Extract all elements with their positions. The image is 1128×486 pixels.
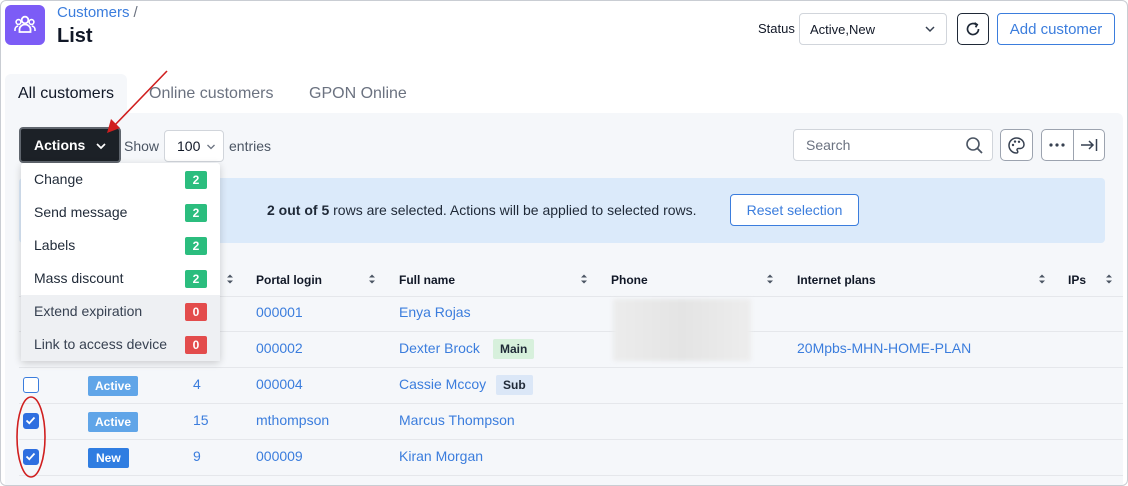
breadcrumb: Customers /	[57, 4, 138, 21]
menu-item-label: Mass discount	[34, 270, 124, 286]
row-select-checkbox[interactable]	[23, 413, 39, 429]
sort-icon[interactable]	[765, 273, 775, 285]
tab-gpon-online[interactable]: GPON Online	[296, 74, 420, 114]
selection-message: rows are selected. Actions will be appli…	[329, 202, 697, 218]
selected-count: 2	[267, 202, 275, 218]
menu-item-count-badge: 2	[185, 204, 207, 222]
table-row[interactable]	[19, 368, 1123, 404]
full-name-link[interactable]: Enya Rojas	[399, 304, 471, 320]
column-header-portal-login[interactable]: Portal login	[256, 273, 322, 287]
table-row[interactable]	[19, 404, 1123, 440]
search-icon[interactable]	[965, 136, 984, 155]
customer-id-link[interactable]: 9	[193, 448, 201, 464]
column-header-internet-plans[interactable]: Internet plans	[797, 273, 876, 287]
portal-login-link[interactable]: mthompson	[256, 412, 329, 428]
selected-out-of: out of	[274, 202, 322, 218]
users-icon	[14, 15, 36, 33]
actions-dropdown-menu: Change 2 Send message 2 Labels 2 Mass di…	[21, 163, 220, 361]
sort-icon[interactable]	[225, 273, 235, 285]
table-options-button-group	[1041, 129, 1105, 161]
actions-label: Actions	[34, 137, 86, 153]
color-palette-button[interactable]	[1000, 129, 1033, 161]
menu-item-count-badge: 2	[185, 171, 207, 189]
chevron-down-icon	[925, 26, 935, 33]
customer-id-link[interactable]: 4	[193, 376, 201, 392]
sort-icon[interactable]	[579, 273, 589, 285]
customer-tag-sub: Sub	[496, 375, 533, 395]
menu-item-count-badge: 0	[185, 303, 207, 321]
arrow-to-right-icon	[1080, 139, 1097, 151]
tab-online-customers[interactable]: Online customers	[136, 74, 287, 114]
menu-item-mass-discount[interactable]: Mass discount 2	[21, 262, 220, 295]
entries-per-page-select[interactable]: 100	[164, 130, 224, 162]
menu-item-extend-expiration[interactable]: Extend expiration 0	[21, 295, 220, 328]
menu-item-count-badge: 2	[185, 237, 207, 255]
checkmark-icon	[25, 452, 36, 461]
menu-item-label: Change	[34, 171, 84, 187]
internet-plan-link[interactable]: 20Mpbs-MHN-HOME-PLAN	[797, 340, 971, 356]
menu-item-label: Labels	[34, 237, 76, 253]
redacted-phone-area	[613, 299, 751, 361]
more-horizontal-icon	[1049, 143, 1065, 147]
portal-login-link[interactable]: 000009	[256, 448, 303, 464]
menu-item-labels[interactable]: Labels 2	[21, 229, 220, 262]
reset-selection-button[interactable]: Reset selection	[730, 194, 859, 226]
add-customer-button[interactable]: Add customer	[997, 13, 1115, 45]
chevron-down-icon	[207, 144, 215, 150]
menu-item-link-to-access-device[interactable]: Link to access device 0	[21, 328, 220, 361]
customer-id-link[interactable]: 15	[193, 412, 209, 428]
status-filter-label: Status	[758, 21, 795, 36]
breadcrumb-customers-link[interactable]: Customers	[57, 4, 130, 21]
column-header-ips[interactable]: IPs	[1068, 273, 1086, 287]
status-badge: Active	[88, 412, 139, 432]
refresh-icon	[966, 22, 980, 36]
customer-tag-main: Main	[493, 339, 535, 359]
menu-item-count-badge: 0	[185, 336, 207, 354]
menu-item-label: Link to access device	[34, 336, 168, 352]
full-name-link[interactable]: Marcus Thompson	[399, 412, 515, 428]
customers-app-icon	[5, 5, 45, 45]
row-select-checkbox[interactable]	[23, 377, 39, 393]
search-input[interactable]	[806, 130, 966, 160]
sort-icon[interactable]	[1104, 273, 1114, 285]
export-button[interactable]	[1074, 130, 1105, 160]
column-header-full-name[interactable]: Full name	[399, 273, 455, 287]
entries-value: 100	[177, 138, 201, 154]
menu-item-send-message[interactable]: Send message 2	[21, 196, 220, 229]
portal-login-link[interactable]: 000001	[256, 304, 303, 320]
table-row[interactable]	[19, 440, 1123, 476]
sort-icon[interactable]	[367, 273, 377, 285]
menu-item-label: Send message	[34, 204, 128, 220]
status-filter-value: Active,New	[810, 22, 876, 37]
row-select-checkbox[interactable]	[23, 449, 39, 465]
breadcrumb-separator: /	[133, 4, 138, 21]
page-title: List	[57, 25, 93, 47]
menu-item-count-badge: 2	[185, 270, 207, 288]
column-header-phone[interactable]: Phone	[611, 273, 648, 287]
menu-item-label: Extend expiration	[34, 303, 143, 319]
portal-login-link[interactable]: 000004	[256, 376, 303, 392]
selection-banner-text: 2 out of 5 rows are selected. Actions wi…	[267, 202, 697, 218]
status-badge: New	[88, 448, 129, 468]
actions-dropdown-button[interactable]: Actions	[19, 127, 121, 163]
tab-all-customers[interactable]: All customers	[5, 74, 128, 114]
portal-login-link[interactable]: 000002	[256, 340, 303, 356]
app-window: Customers / List Status Active,New Add cu…	[0, 0, 1128, 486]
chevron-down-icon	[96, 143, 106, 150]
sort-icon[interactable]	[1037, 273, 1047, 285]
status-filter-select[interactable]: Active,New	[799, 13, 947, 45]
full-name-link[interactable]: Kiran Morgan	[399, 448, 483, 464]
full-name-link[interactable]: Cassie Mccoy	[399, 376, 486, 392]
status-badge: Active	[88, 376, 139, 396]
checkmark-icon	[25, 416, 36, 425]
search-box	[793, 129, 993, 161]
refresh-button[interactable]	[957, 13, 989, 45]
show-label: Show	[124, 138, 160, 154]
entries-label: entries	[229, 138, 272, 154]
more-options-button[interactable]	[1042, 130, 1074, 160]
full-name-link[interactable]: Dexter Brock	[399, 340, 480, 356]
palette-icon	[1008, 136, 1025, 154]
menu-item-change[interactable]: Change 2	[21, 163, 220, 196]
